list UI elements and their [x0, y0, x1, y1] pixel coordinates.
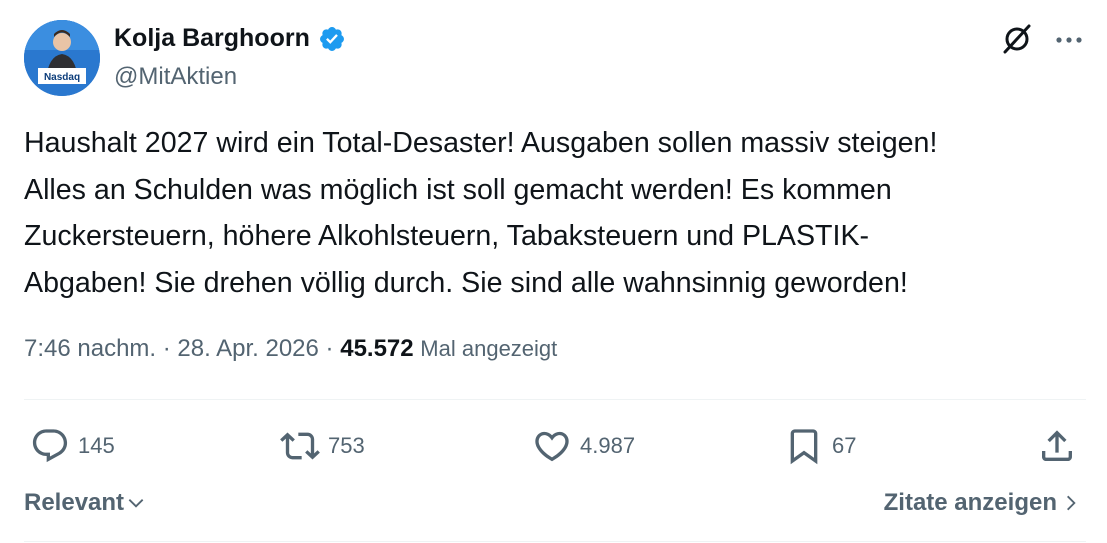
divider: [24, 541, 1086, 542]
author-name-row[interactable]: Kolja Barghoorn: [114, 24, 346, 53]
views-count: 45.572: [340, 335, 414, 362]
avatar[interactable]: Nasdaq: [24, 20, 100, 96]
heart-icon: [535, 431, 569, 462]
author-name[interactable]: Kolja Barghoorn: [114, 24, 310, 53]
meta-separator: ·: [318, 335, 341, 362]
views-label: Mal angezeigt: [420, 336, 558, 361]
share-button[interactable]: [1037, 424, 1077, 468]
tweet-time[interactable]: 7:46 nachm.: [24, 335, 156, 362]
like-count: 4.987: [580, 433, 636, 458]
reply-count: 145: [78, 433, 115, 458]
tweet-text: Haushalt 2027 wird ein Total-Desaster! A…: [24, 127, 938, 299]
avatar-sign-text: Nasdaq: [44, 72, 80, 83]
repost-button[interactable]: 753: [280, 424, 365, 468]
bookmark-button[interactable]: 67: [784, 424, 856, 468]
repost-icon: [280, 432, 320, 460]
more-options-icon[interactable]: [1052, 25, 1086, 55]
verified-badge-icon: [319, 26, 344, 51]
chevron-down-icon: [128, 499, 144, 508]
tweet-date[interactable]: 28. Apr. 2026: [177, 335, 318, 362]
view-quotes-link[interactable]: Zitate anzeigen: [884, 489, 1079, 517]
bookmark-count: 67: [832, 433, 857, 458]
divider: [24, 399, 1086, 400]
like-button[interactable]: 4.987: [532, 424, 635, 468]
sort-label: Relevant: [24, 489, 125, 516]
share-icon: [1042, 430, 1072, 461]
repost-count: 753: [328, 433, 365, 458]
reply-button[interactable]: 145: [30, 424, 115, 468]
bookmark-icon: [790, 429, 818, 465]
avatar-image: Nasdaq: [24, 20, 100, 96]
author-handle[interactable]: @MitAktien: [114, 63, 237, 91]
grok-icon[interactable]: [1000, 22, 1034, 56]
reply-icon: [32, 429, 68, 463]
tweet-meta: 7:46 nachm. · 28. Apr. 2026 · 45.572 Mal…: [24, 335, 557, 363]
quotes-label: Zitate anzeigen: [883, 489, 1057, 516]
chevron-right-icon: [1067, 495, 1076, 511]
sort-dropdown[interactable]: Relevant: [24, 489, 146, 517]
meta-separator: ·: [156, 335, 178, 362]
